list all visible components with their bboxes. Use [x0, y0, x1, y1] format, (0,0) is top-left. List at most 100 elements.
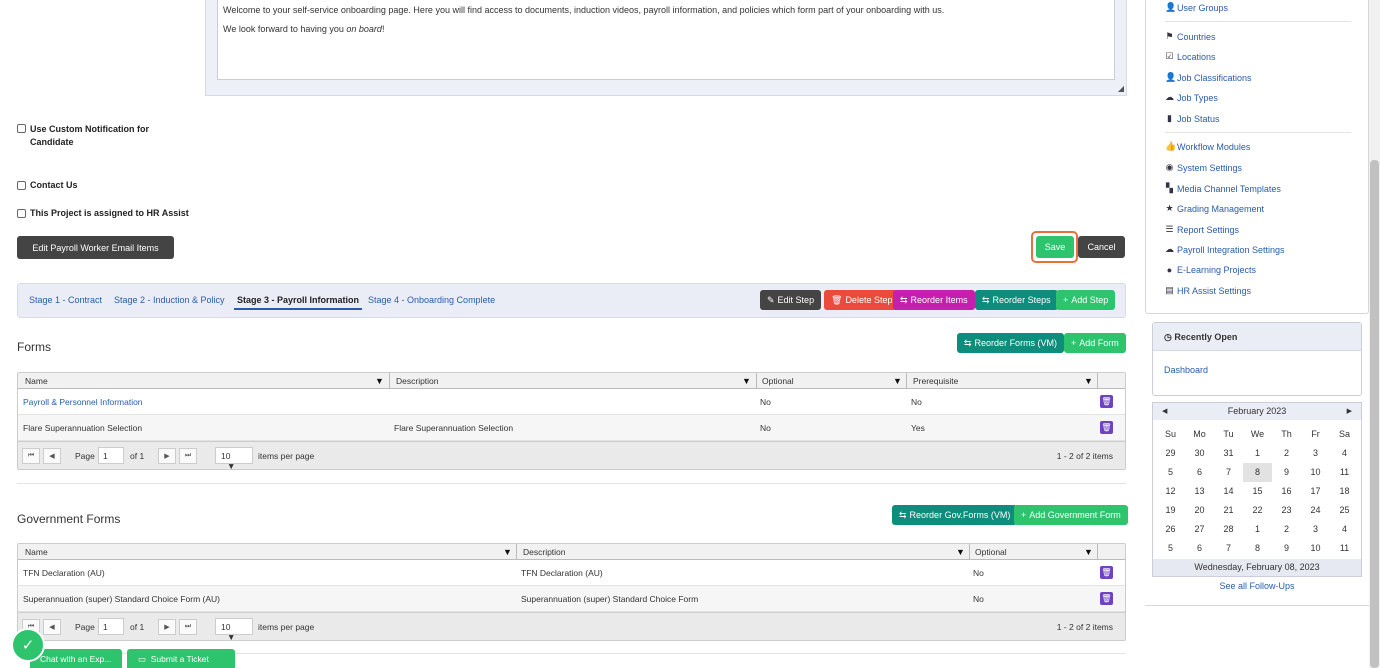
col-name[interactable]: Name	[25, 376, 48, 386]
col-description[interactable]: Description	[396, 376, 439, 386]
custom-notification-checkbox[interactable]: Use Custom Notification for Candidate	[17, 123, 177, 149]
reorder-items-button[interactable]: ⇆ Reorder Items	[893, 290, 975, 310]
sidebar-item-hr-assist-settings[interactable]: ▤ HR Assist Settings	[1165, 285, 1251, 296]
submit-ticket-button[interactable]: ▭ Submit a Ticket	[127, 649, 235, 668]
last-page-icon[interactable]: ⏭	[179, 619, 197, 635]
resize-handle-icon[interactable]: ◢	[1118, 84, 1124, 93]
col-name[interactable]: Name	[25, 547, 48, 557]
contact-us-checkbox[interactable]: Contact Us	[17, 180, 78, 190]
tab-stage-3[interactable]: Stage 3 - Payroll Information	[234, 295, 363, 310]
calendar-day[interactable]: 20	[1185, 501, 1214, 520]
calendar-day[interactable]: 25	[1330, 501, 1359, 520]
calendar-day[interactable]: 14	[1214, 482, 1243, 501]
tab-stage-4[interactable]: Stage 4 - Onboarding Complete	[368, 295, 495, 305]
last-page-icon[interactable]: ⏭	[179, 448, 197, 464]
delete-row-icon[interactable]: 🗑	[1100, 395, 1113, 408]
checkbox-icon[interactable]	[17, 124, 26, 133]
filter-icon[interactable]: ▼	[503, 547, 512, 557]
calendar-day[interactable]: 19	[1156, 501, 1185, 520]
calendar-day[interactable]: 10	[1301, 463, 1330, 482]
calendar-day[interactable]: 9	[1272, 463, 1301, 482]
filter-icon[interactable]: ▼	[893, 376, 902, 386]
recent-item-dashboard[interactable]: Dashboard	[1164, 365, 1208, 375]
page-input[interactable]: 1	[98, 618, 124, 635]
per-page-select[interactable]: 10 ▼	[215, 618, 253, 642]
add-step-button[interactable]: + Add Step	[1056, 290, 1116, 310]
calendar-day[interactable]: 28	[1214, 520, 1243, 539]
table-row[interactable]: Superannuation (super) Standard Choice F…	[18, 586, 1125, 612]
calendar-day[interactable]: 13	[1185, 482, 1214, 501]
prev-page-icon[interactable]: ◀	[43, 448, 61, 464]
col-prerequisite[interactable]: Prerequisite	[913, 376, 958, 386]
calendar-day[interactable]: 1	[1243, 520, 1272, 539]
reorder-steps-button[interactable]: ⇆ Reorder Steps	[975, 290, 1058, 310]
next-page-icon[interactable]: ▶	[158, 619, 176, 635]
calendar-day[interactable]: 9	[1272, 539, 1301, 558]
edit-step-button[interactable]: ✎ Edit Step	[760, 290, 822, 310]
calendar-day[interactable]: 26	[1156, 520, 1185, 539]
chat-with-expert-button[interactable]: Chat with an Exp...	[30, 649, 122, 668]
sidebar-item-workflow-modules[interactable]: 👍 Workflow Modules	[1165, 141, 1250, 152]
filter-icon[interactable]: ▼	[375, 376, 384, 386]
filter-icon[interactable]: ▼	[742, 376, 751, 386]
calendar-day[interactable]: 5	[1156, 539, 1185, 558]
calendar-day[interactable]: 2	[1272, 520, 1301, 539]
first-page-icon[interactable]: ⏮	[22, 448, 40, 464]
calendar-day[interactable]: 6	[1185, 539, 1214, 558]
filter-icon[interactable]: ▼	[1084, 376, 1093, 386]
calendar-day[interactable]: 15	[1243, 482, 1272, 501]
see-all-follow-ups-link[interactable]: See all Follow-Ups	[1152, 581, 1362, 591]
calendar-day[interactable]: 29	[1156, 444, 1185, 463]
page-input[interactable]: 1	[98, 447, 124, 464]
calendar-month[interactable]: February 2023	[1153, 406, 1361, 416]
calendar-day[interactable]: 16	[1272, 482, 1301, 501]
calendar-day[interactable]: 11	[1330, 463, 1359, 482]
reorder-forms-button[interactable]: ⇆ Reorder Forms (VM)	[957, 333, 1065, 353]
calendar-day[interactable]: 8	[1243, 463, 1272, 482]
calendar-day[interactable]: 4	[1330, 520, 1359, 539]
tab-stage-2[interactable]: Stage 2 - Induction & Policy	[114, 295, 225, 305]
next-month-icon[interactable]: ▶	[1347, 407, 1352, 415]
calendar-day[interactable]: 31	[1214, 444, 1243, 463]
calendar-day[interactable]: 8	[1243, 539, 1272, 558]
calendar-day[interactable]: 24	[1301, 501, 1330, 520]
per-page-select[interactable]: 10 ▼	[215, 447, 253, 471]
add-form-button[interactable]: + Add Form	[1064, 333, 1126, 353]
save-button[interactable]: Save	[1036, 236, 1074, 258]
table-row[interactable]: Payroll & Personnel Information No No 🗑	[18, 389, 1125, 415]
col-optional[interactable]: Optional	[975, 547, 1007, 557]
col-optional[interactable]: Optional	[762, 376, 794, 386]
calendar-day[interactable]: 10	[1301, 539, 1330, 558]
sidebar-item-countries[interactable]: ⚑ Countries	[1165, 31, 1215, 42]
sidebar-item-grading-management[interactable]: ★ Grading Management	[1165, 203, 1264, 214]
delete-step-button[interactable]: 🗑 Delete Step	[824, 290, 900, 310]
calendar-day[interactable]: 2	[1272, 444, 1301, 463]
checkbox-icon[interactable]	[17, 181, 26, 190]
reorder-gov-forms-button[interactable]: ⇆ Reorder Gov.Forms (VM)	[892, 505, 1018, 525]
filter-icon[interactable]: ▼	[956, 547, 965, 557]
calendar-day[interactable]: 23	[1272, 501, 1301, 520]
add-government-form-button[interactable]: + Add Government Form	[1014, 505, 1128, 525]
sidebar-item-locations[interactable]: ☑ Locations	[1165, 51, 1215, 62]
calendar-day[interactable]: 12	[1156, 482, 1185, 501]
sidebar-item-system-settings[interactable]: ◉ System Settings	[1165, 162, 1242, 173]
onboarding-message-editor[interactable]: Welcome to your self-service onboarding …	[217, 0, 1115, 80]
calendar-today[interactable]: Wednesday, February 08, 2023	[1153, 559, 1361, 576]
calendar-day[interactable]: 7	[1214, 463, 1243, 482]
col-description[interactable]: Description	[523, 547, 566, 557]
calendar-day[interactable]: 30	[1185, 444, 1214, 463]
calendar-day[interactable]: 3	[1301, 444, 1330, 463]
calendar-day[interactable]: 6	[1185, 463, 1214, 482]
next-page-icon[interactable]: ▶	[158, 448, 176, 464]
filter-icon[interactable]: ▼	[1084, 547, 1093, 557]
calendar-day[interactable]: 27	[1185, 520, 1214, 539]
calendar-day[interactable]: 22	[1243, 501, 1272, 520]
sidebar-item-media-channel-templates[interactable]: ▚ Media Channel Templates	[1165, 183, 1281, 194]
tab-stage-1[interactable]: Stage 1 - Contract	[29, 295, 102, 305]
sidebar-item-user-groups[interactable]: 👤 User Groups	[1165, 2, 1228, 13]
sidebar-item-report-settings[interactable]: ☰ Report Settings	[1165, 224, 1239, 235]
delete-row-icon[interactable]: 🗑	[1100, 592, 1113, 605]
prev-page-icon[interactable]: ◀	[43, 619, 61, 635]
hr-assist-checkbox[interactable]: This Project is assigned to HR Assist	[17, 208, 189, 218]
calendar-day[interactable]: 5	[1156, 463, 1185, 482]
